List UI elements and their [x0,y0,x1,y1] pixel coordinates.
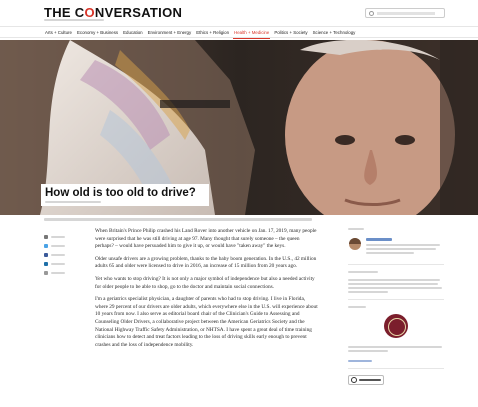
article-paragraph: When Britain's Prince Philip crashed his… [95,228,317,250]
sidebar-heading-author [348,228,364,230]
search-input[interactable] [365,8,445,18]
nav-item[interactable]: Politics + Society [273,27,308,38]
linkedin-icon [44,261,48,266]
nav-item[interactable]: Science + Technology [312,27,357,38]
share-linkedin-label [51,262,65,265]
nav-item[interactable]: Health + Medicine [233,27,271,39]
sidebar-heading-partners [348,306,366,308]
share-email[interactable] [44,232,84,241]
article-body: When Britain's Prince Philip crashed his… [95,228,318,354]
avatar[interactable] [349,238,361,250]
site-logo[interactable]: THE CONVERSATION [44,5,182,20]
share-facebook[interactable] [44,250,84,259]
share-linkedin[interactable] [44,259,84,268]
view-all-partners-link[interactable] [348,360,372,362]
share-facebook-label [51,253,65,256]
image-caption [44,218,312,221]
share-print-label [51,271,65,274]
share-twitter-label [51,244,65,247]
section-nav: Arts + Culture Economy + Business Educatio… [0,26,478,39]
article-paragraph: Yet who wants to stop driving? It is not… [95,275,315,290]
nav-item[interactable]: Arts + Culture [44,27,73,38]
article-paragraph: Older unsafe drivers are a growing probl… [95,255,317,270]
facebook-icon [44,252,48,257]
author-card [348,236,444,258]
search-placeholder [377,12,435,15]
article-paragraph: I'm a geriatrics specialist physician, a… [95,296,318,348]
share-print[interactable] [44,268,84,277]
partner-text [348,346,444,352]
twitter-icon [44,243,48,248]
sidebar [348,228,444,385]
email-icon [44,234,48,239]
site-tagline [44,19,104,21]
author-name[interactable] [366,238,392,241]
cc-icon [351,377,357,383]
author-role [366,244,442,256]
disclosure-text [348,279,444,293]
sidebar-heading-disclosure [348,271,378,273]
nav-item[interactable]: Environment + Energy [147,27,193,38]
site-header: THE CONVERSATION [0,0,478,24]
search-icon [369,11,374,16]
nav-item[interactable]: Economy + Business [76,27,119,38]
cc-label [359,379,381,381]
print-icon [44,270,48,275]
share-panel [44,232,84,277]
creative-commons-logo[interactable] [348,375,384,385]
share-email-label [51,235,65,238]
share-twitter[interactable] [44,241,84,250]
nav-item[interactable]: Education [122,27,144,38]
page-title: How old is too old to drive? [45,187,196,199]
nav-item[interactable]: Ethics + Religion [195,27,230,38]
article-date [45,201,101,203]
university-seal[interactable] [384,314,408,338]
